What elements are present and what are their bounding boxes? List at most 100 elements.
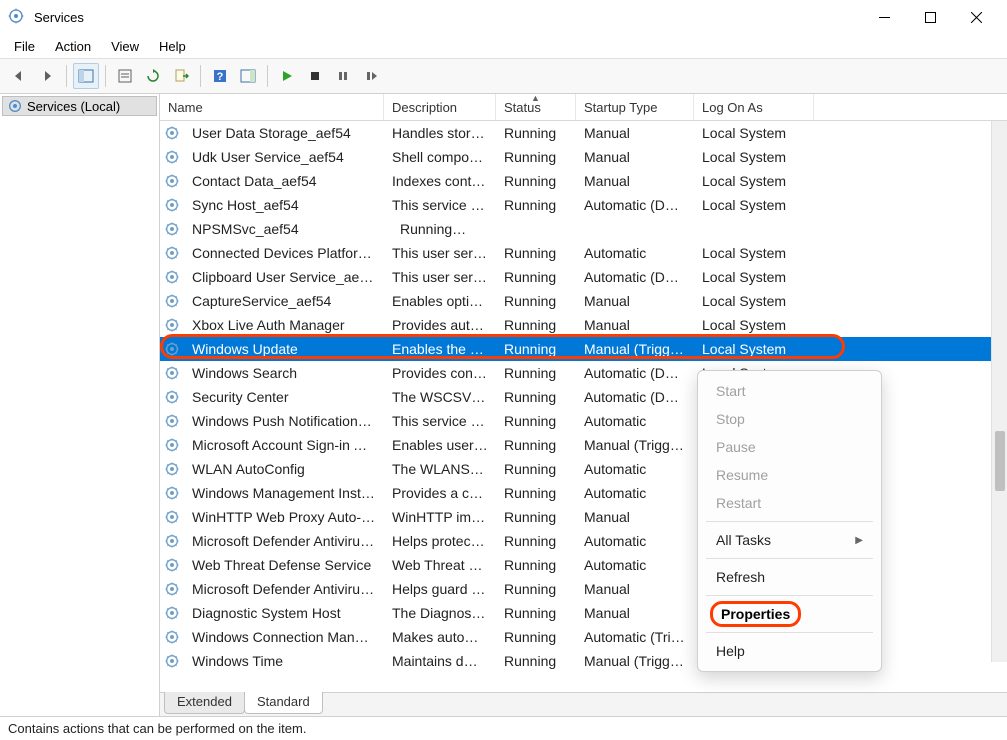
menu-action[interactable]: Action bbox=[45, 37, 101, 56]
service-status: Running bbox=[496, 461, 576, 477]
service-gear-icon bbox=[160, 317, 184, 333]
service-startup: Manual bbox=[576, 509, 694, 525]
service-name: WLAN AutoConfig bbox=[184, 461, 384, 477]
annotation-properties-highlight: Properties bbox=[710, 601, 801, 627]
service-gear-icon bbox=[160, 365, 184, 381]
menu-file[interactable]: File bbox=[4, 37, 45, 56]
col-description-header[interactable]: Description bbox=[384, 94, 496, 120]
minimize-button[interactable] bbox=[861, 0, 907, 34]
service-description: This user ser… bbox=[384, 245, 496, 261]
service-row[interactable]: Connected Devices Platform …This user se… bbox=[160, 241, 1007, 265]
tree-root-item[interactable]: Services (Local) bbox=[2, 96, 157, 116]
service-row[interactable]: Udk User Service_aef54Shell compo…Runnin… bbox=[160, 145, 1007, 169]
service-gear-icon bbox=[160, 461, 184, 477]
refresh-button[interactable] bbox=[140, 63, 166, 89]
toolbar-separator bbox=[66, 65, 67, 87]
service-startup: Manual bbox=[576, 605, 694, 621]
service-startup: Automatic bbox=[576, 557, 694, 573]
close-button[interactable] bbox=[953, 0, 999, 34]
service-description: WinHTTP im… bbox=[384, 509, 496, 525]
ctx-pause[interactable]: Pause bbox=[698, 433, 881, 461]
ctx-restart[interactable]: Restart bbox=[698, 489, 881, 517]
properties-button[interactable] bbox=[112, 63, 138, 89]
service-gear-icon bbox=[160, 581, 184, 597]
service-description: This service r… bbox=[384, 413, 496, 429]
service-gear-icon bbox=[160, 485, 184, 501]
service-status: Running bbox=[496, 605, 576, 621]
service-description: Handles stor… bbox=[384, 125, 496, 141]
help-button[interactable]: ? bbox=[207, 63, 233, 89]
tab-standard[interactable]: Standard bbox=[244, 692, 323, 714]
service-name: Security Center bbox=[184, 389, 384, 405]
col-name-header[interactable]: Name bbox=[160, 94, 384, 120]
tab-extended[interactable]: Extended bbox=[164, 692, 245, 714]
service-description: This user ser… bbox=[384, 269, 496, 285]
service-description: Provides aut… bbox=[384, 317, 496, 333]
service-gear-icon bbox=[160, 389, 184, 405]
service-row[interactable]: NPSMSvc_aef54RunningManualLocal System bbox=[160, 217, 1007, 241]
export-button[interactable] bbox=[168, 63, 194, 89]
service-row[interactable]: Contact Data_aef54Indexes cont…RunningMa… bbox=[160, 169, 1007, 193]
service-gear-icon bbox=[160, 437, 184, 453]
ctx-refresh[interactable]: Refresh bbox=[698, 563, 881, 591]
service-startup: Automatic (De… bbox=[576, 389, 694, 405]
back-button[interactable] bbox=[6, 63, 32, 89]
ctx-start[interactable]: Start bbox=[698, 377, 881, 405]
service-name: Sync Host_aef54 bbox=[184, 197, 384, 213]
forward-button[interactable] bbox=[34, 63, 60, 89]
scrollbar-thumb[interactable] bbox=[995, 431, 1005, 491]
service-status: Running bbox=[496, 389, 576, 405]
ctx-help[interactable]: Help bbox=[698, 637, 881, 665]
service-name: User Data Storage_aef54 bbox=[184, 125, 384, 141]
service-gear-icon bbox=[160, 629, 184, 645]
service-status: Running bbox=[496, 365, 576, 381]
service-status: Running bbox=[496, 197, 576, 213]
menu-view[interactable]: View bbox=[101, 37, 149, 56]
service-logon: Local System bbox=[694, 149, 814, 165]
col-startup-header[interactable]: Startup Type bbox=[576, 94, 694, 120]
start-service-button[interactable] bbox=[274, 63, 300, 89]
show-hide-action-pane-button[interactable] bbox=[235, 63, 261, 89]
service-name: Microsoft Defender Antiviru… bbox=[184, 581, 384, 597]
service-row[interactable]: Sync Host_aef54This service …RunningAuto… bbox=[160, 193, 1007, 217]
service-row[interactable]: User Data Storage_aef54Handles stor…Runn… bbox=[160, 121, 1007, 145]
service-description: Provides a c… bbox=[384, 485, 496, 501]
menu-help[interactable]: Help bbox=[149, 37, 196, 56]
vertical-scrollbar[interactable] bbox=[991, 121, 1007, 662]
service-status: Running bbox=[496, 293, 576, 309]
service-description: The WSCSVC… bbox=[384, 389, 496, 405]
service-row[interactable]: Xbox Live Auth ManagerProvides aut…Runni… bbox=[160, 313, 1007, 337]
service-gear-icon bbox=[160, 149, 184, 165]
restart-service-button[interactable] bbox=[358, 63, 384, 89]
service-row[interactable]: CaptureService_aef54Enables opti…Running… bbox=[160, 289, 1007, 313]
service-gear-icon bbox=[160, 125, 184, 141]
stop-service-button[interactable] bbox=[302, 63, 328, 89]
show-hide-tree-button[interactable] bbox=[73, 63, 99, 89]
service-name: Connected Devices Platform … bbox=[184, 245, 384, 261]
service-row[interactable]: Clipboard User Service_aef54This user se… bbox=[160, 265, 1007, 289]
service-gear-icon bbox=[160, 605, 184, 621]
pause-service-button[interactable] bbox=[330, 63, 356, 89]
maximize-button[interactable] bbox=[907, 0, 953, 34]
service-name: NPSMSvc_aef54 bbox=[184, 221, 384, 237]
ctx-resume[interactable]: Resume bbox=[698, 461, 881, 489]
menubar: File Action View Help bbox=[0, 34, 1007, 58]
service-startup: Automatic (De… bbox=[576, 269, 694, 285]
service-startup: Manual (Trigg… bbox=[576, 341, 694, 357]
tree-pane[interactable]: Services (Local) bbox=[0, 94, 160, 716]
service-description: Enables opti… bbox=[384, 293, 496, 309]
sort-indicator-icon: ▲ bbox=[531, 94, 540, 103]
toolbar-separator bbox=[200, 65, 201, 87]
service-startup: Manual (Trigg… bbox=[576, 653, 694, 669]
services-icon bbox=[8, 8, 26, 26]
col-logon-header[interactable]: Log On As bbox=[694, 94, 814, 120]
ctx-stop[interactable]: Stop bbox=[698, 405, 881, 433]
col-status-header[interactable]: Status▲ bbox=[496, 94, 576, 120]
service-row[interactable]: Windows UpdateEnables the …RunningManual… bbox=[160, 337, 1007, 361]
service-description: Makes auto… bbox=[384, 629, 496, 645]
ctx-separator bbox=[706, 595, 873, 596]
service-startup: Automatic bbox=[576, 485, 694, 501]
service-name: Windows Connection Man… bbox=[184, 629, 384, 645]
ctx-all-tasks[interactable]: All Tasks▶ bbox=[698, 526, 881, 554]
titlebar: Services bbox=[0, 0, 1007, 34]
